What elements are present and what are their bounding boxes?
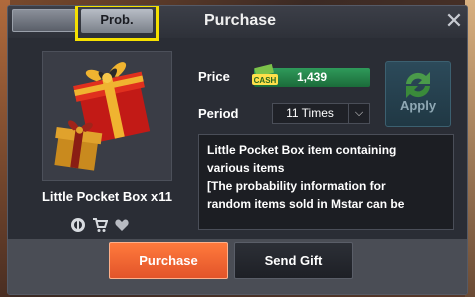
highlight-frame	[75, 6, 159, 41]
heart-icon[interactable]	[114, 217, 130, 236]
cart-icon[interactable]	[92, 217, 109, 236]
description-line: various items	[207, 161, 285, 175]
item-name: Little Pocket Box x11	[41, 189, 173, 204]
close-icon[interactable]: ✕	[444, 10, 464, 32]
gift-box-image	[54, 62, 151, 171]
price-label: Price	[198, 69, 230, 84]
description-line: random items sold in Mstar can be	[207, 197, 405, 211]
period-dropdown[interactable]: 11 Times ⌵	[272, 103, 370, 124]
gift-shop-icon[interactable]	[70, 217, 86, 236]
apply-button[interactable]: Apply	[385, 61, 451, 127]
purchase-button[interactable]: Purchase	[109, 242, 228, 279]
cash-icon: CASH	[251, 63, 279, 86]
period-label: Period	[198, 106, 239, 121]
dialog-title: Purchase	[204, 12, 277, 29]
description-line: [The probability information for	[207, 179, 386, 193]
apply-button-label: Apply	[399, 98, 437, 113]
description-line: Little Pocket Box item containing	[207, 143, 397, 157]
cash-icon-text: CASH	[254, 76, 277, 85]
send-gift-button[interactable]: Send Gift	[234, 242, 353, 279]
period-selected-value: 11 Times	[286, 106, 334, 120]
item-description: Little Pocket Box item containing variou…	[198, 134, 454, 230]
tab-info[interactable]	[12, 9, 76, 32]
item-image-frame	[42, 51, 172, 181]
chevron-down-icon[interactable]: ⌵	[348, 104, 369, 123]
